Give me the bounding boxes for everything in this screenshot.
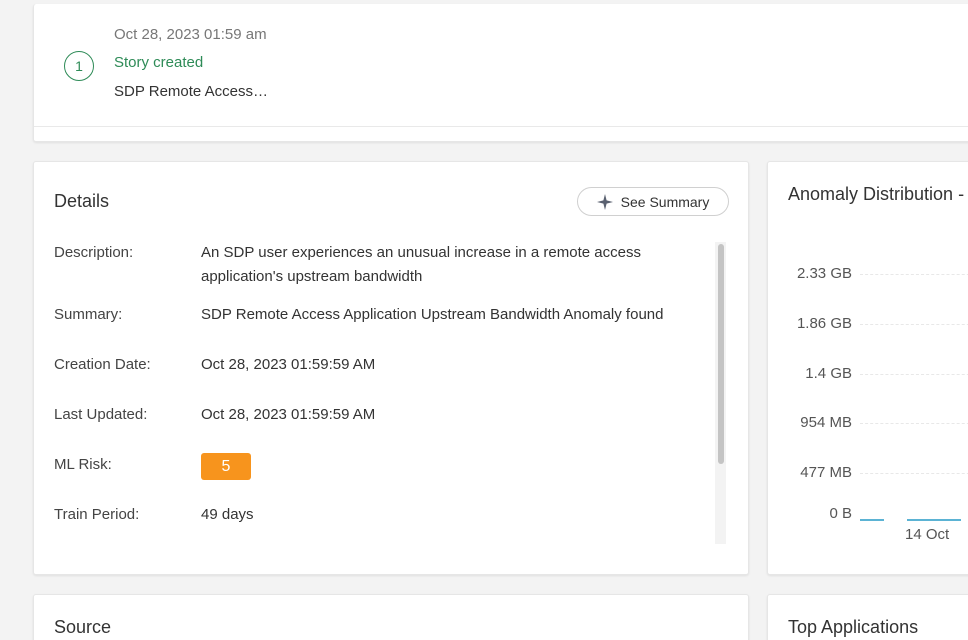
- divider: [34, 126, 968, 127]
- see-summary-button[interactable]: See Summary: [577, 187, 729, 216]
- timeline-date: Oct 28, 2023 01:59 am: [114, 26, 267, 43]
- summary-label: Summary:: [54, 306, 123, 323]
- sparkle-icon: [596, 193, 613, 210]
- details-title: Details: [54, 191, 110, 211]
- summary-value: SDP Remote Access Application Upstream B…: [201, 306, 664, 323]
- creation-date-value: Oct 28, 2023 01:59:59 AM: [201, 356, 376, 373]
- details-scrollbar-thumb[interactable]: [718, 244, 724, 464]
- source-title: Source: [54, 617, 112, 637]
- grid-line: [860, 274, 968, 275]
- ml-risk-label: ML Risk:: [54, 456, 112, 473]
- description-line-2: application's upstream bandwidth: [201, 268, 423, 285]
- details-card: Details See Summary Description: An SDP …: [33, 161, 749, 575]
- timeline-story-title[interactable]: SDP Remote Access…: [114, 83, 268, 100]
- series-line-segment: [860, 519, 884, 521]
- see-summary-label: See Summary: [620, 193, 710, 210]
- train-period-label: Train Period:: [54, 506, 140, 523]
- description-label: Description:: [54, 244, 134, 261]
- timeline-status: Story created: [114, 54, 204, 71]
- last-updated-value: Oct 28, 2023 01:59:59 AM: [201, 406, 376, 423]
- description-value: An SDP user experiences an unusual incre…: [201, 241, 641, 289]
- top-applications-title: Top Applications: [788, 617, 919, 637]
- y-tick-label: 477 MB: [800, 464, 852, 481]
- timeline-card: 1 Oct 28, 2023 01:59 am Story created SD…: [33, 4, 968, 142]
- top-applications-card: Top Applications: [767, 594, 968, 640]
- anomaly-distribution-card: Anomaly Distribution - 2.33 GB 1.86 GB 1…: [767, 161, 968, 575]
- grid-line: [860, 473, 968, 474]
- grid-line: [860, 423, 968, 424]
- grid-line: [860, 324, 968, 325]
- grid-line: [860, 374, 968, 375]
- step-number-badge: 1: [64, 51, 94, 81]
- last-updated-label: Last Updated:: [54, 406, 148, 423]
- train-period-value: 49 days: [201, 506, 254, 523]
- y-tick-label: 1.86 GB: [796, 315, 852, 332]
- y-tick-label: 2.33 GB: [796, 265, 852, 282]
- source-card: Source: [33, 594, 749, 640]
- ml-risk-badge: 5: [201, 453, 251, 480]
- series-line-segment: [907, 519, 961, 521]
- x-tick-label: 14 Oct: [905, 526, 950, 543]
- description-line-1: An SDP user experiences an unusual incre…: [201, 244, 641, 261]
- y-tick-label: 954 MB: [800, 414, 852, 431]
- y-tick-label: 1.4 GB: [805, 365, 852, 382]
- anomaly-distribution-title: Anomaly Distribution -: [788, 184, 965, 204]
- creation-date-label: Creation Date:: [54, 356, 151, 373]
- y-tick-label: 0 B: [829, 505, 852, 522]
